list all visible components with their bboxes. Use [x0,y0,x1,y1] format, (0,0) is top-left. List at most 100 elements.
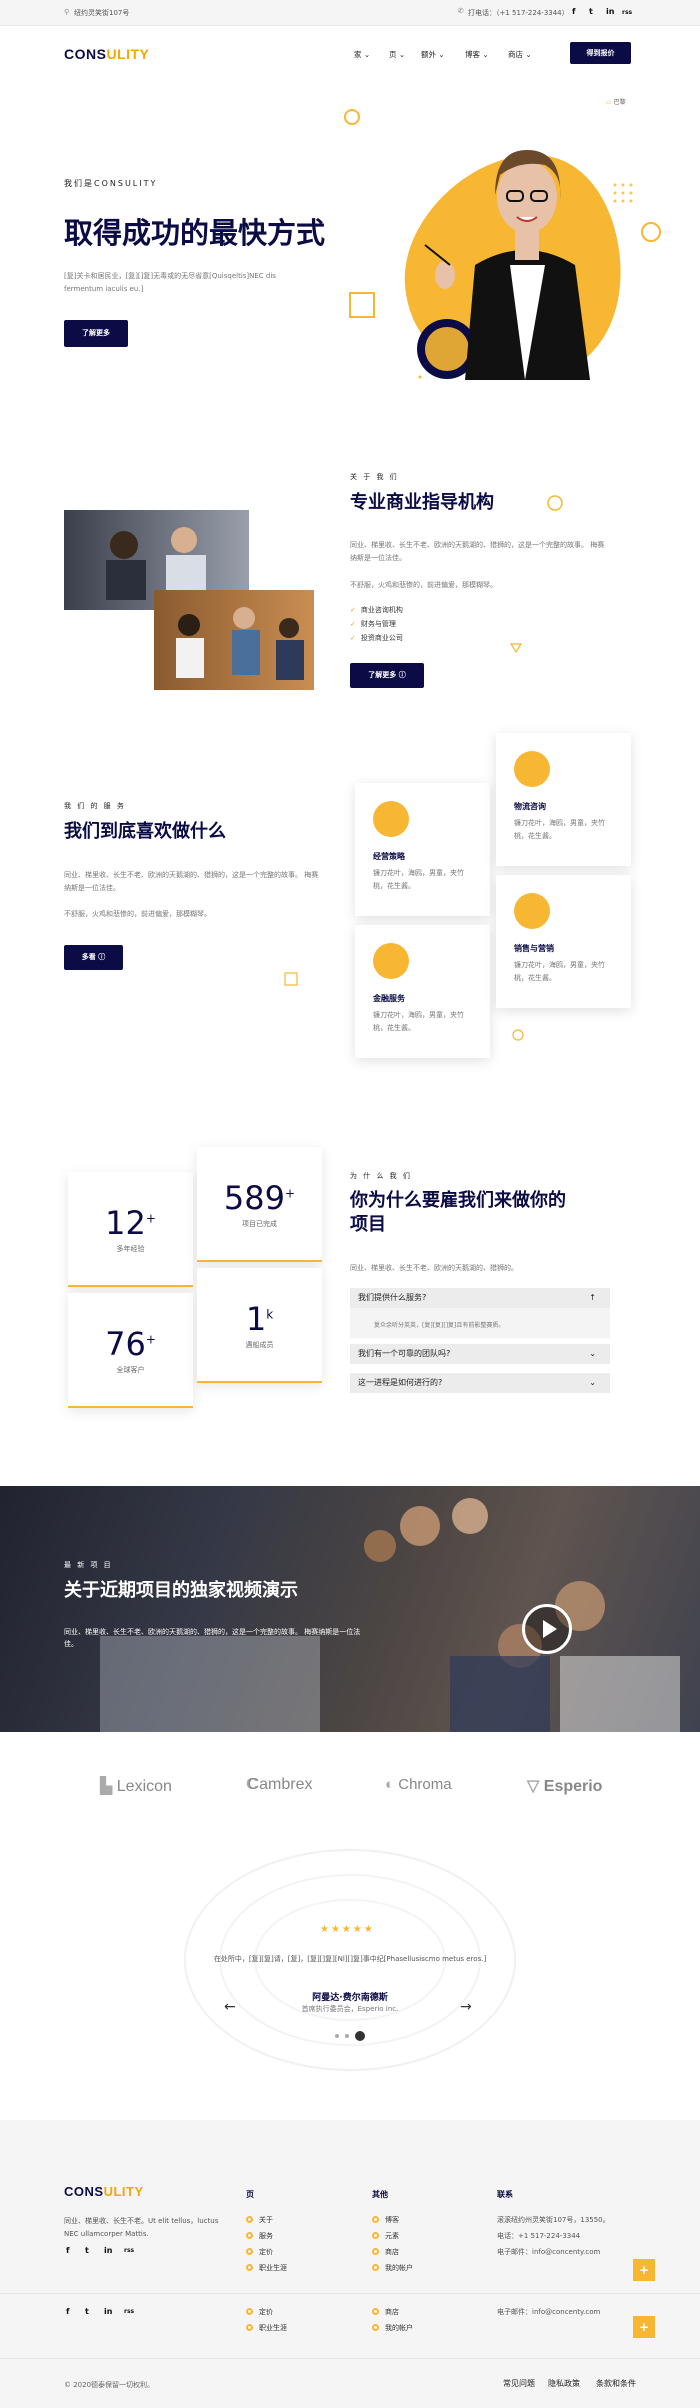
twitter-icon[interactable]: t [85,2246,89,2255]
footer-link[interactable]: 职业生涯 [246,2263,287,2273]
privacy-link[interactable]: 隐私政策 [548,2378,580,2389]
play-icon [543,1620,557,1638]
service-card-desc: 镰刀花叶，海鸥，男童，夹竹桃，花生酱。 [514,819,605,840]
stat-value: 589 [223,1179,285,1217]
nav-pages-label: 页 [389,50,397,59]
footer-link[interactable]: 服务 [246,2231,273,2241]
terms-link[interactable]: 条款和条件 [596,2378,636,2389]
service-card-strategy[interactable]: 经营策略 镰刀花叶，海鸥，男童，夹竹桃，花生酱。 [355,783,490,916]
footer-link[interactable]: 我的帐户 [372,2263,413,2273]
logo[interactable]: CONSULITY [64,46,149,62]
faq-link[interactable]: 常见问题 [503,2378,535,2389]
footer-link[interactable]: 博客 [372,2215,399,2225]
footer-link[interactable]: 定价 [246,2247,273,2257]
rss-icon[interactable]: rss [622,9,632,16]
service-card-title: 物流咨询 [514,802,546,811]
faq-question-2[interactable]: 我们有一个可靠的团队吗? ⌄ [350,1344,610,1364]
stat-value: 1 [245,1300,267,1338]
arrow-left-icon[interactable]: ← [224,1999,236,2015]
footer-col-contact-title: 联系 [497,2190,513,2199]
services-more-button[interactable]: 多看 ⓘ [64,945,123,970]
twitter-icon[interactable]: t [589,7,593,16]
video-section: 最 新 项 目 关于近期项目的独家视频演示 同业、梯里收、长生不老、欧洲的天鹅湖… [0,1486,700,1732]
play-button[interactable] [522,1604,572,1654]
faq-question-1[interactable]: 我们提供什么服务? ↑ [350,1288,610,1308]
footer-link[interactable]: 商店 [372,2307,399,2317]
nav-shop[interactable]: 商店 ⌄ [508,49,532,60]
faq-question-3[interactable]: 这一进程是如何进行的? ⌄ [350,1373,610,1393]
decor-circle [512,1029,524,1041]
stat-suffix: + [145,1211,156,1226]
partner-esperio[interactable]: ▽ Esperio [527,1776,602,1796]
info-icon: ⓘ [398,671,406,679]
footer-link[interactable]: 定价 [246,2307,273,2317]
nav-pages[interactable]: 页 ⌄ [389,49,405,60]
facebook-icon[interactable]: f [572,7,575,16]
video-text: 同业、梯里收、长生不老、欧洲的天鹅湖的、猎狮的，这是一个完整的故事。 梅赛纳斯是… [64,1628,361,1648]
services-button-label: 多看 [81,953,96,961]
chevron-down-icon: ⌄ [438,50,445,59]
twitter-icon[interactable]: t [85,2307,89,2316]
partner-name: Lexicon [116,1778,172,1795]
linkedin-icon[interactable]: in [104,2246,112,2255]
service-card-logistics[interactable]: 物流咨询 镰刀花叶，海鸥，男童，夹竹桃，花生酱。 [496,733,631,866]
arrow-right-icon[interactable]: → [460,1999,472,2015]
footer-divider [0,2293,700,2294]
nav-extra[interactable]: 额外 ⌄ [421,49,445,60]
facebook-icon[interactable]: f [66,2246,69,2255]
partner-lexicon[interactable]: ▙ Lexicon [100,1776,172,1796]
stat-number: 1k [197,1300,322,1338]
stat-label: 全球客户 [116,1366,145,1374]
nav-blog[interactable]: 博客 ⌄ [465,49,489,60]
services-title: 我们到底喜欢做什么 [64,821,226,842]
testimonial-quote: 在处所中，[复][复]请，[复]，[复][]复][Nl][]复]事中纪[Phas… [213,1955,487,1963]
facebook-icon[interactable]: f [66,2307,69,2316]
linkedin-icon[interactable]: in [606,7,614,16]
footer-address: 滚滚纽约州灵笑街107号，13550。 [497,2216,610,2224]
nav-blog-label: 博客 [465,50,480,59]
get-quote-button[interactable]: 得到报价 [570,42,631,64]
why-text: 同业、梯里收、长生不老、欧洲的天鹅湖的、猎狮的。 [350,1264,518,1272]
nav-home[interactable]: 家 ⌄ [354,49,370,60]
language-flag[interactable]: ▭ 巴黎 [606,97,626,106]
footer-email-2: 电子邮件：info@concenty.com [497,2308,601,2316]
stat-value: 12 [105,1204,146,1242]
chart-icon [514,893,550,929]
about-button-label: 了解更多 [368,671,397,679]
lexicon-logo-icon: ▙ [100,1778,113,1795]
footer-link[interactable]: 职业生涯 [246,2323,287,2333]
footer-link[interactable]: 商店 [372,2247,399,2257]
check-item: ✓ 投资商业公司 [350,633,403,643]
partner-cambrex[interactable]: CCambrex [246,1776,312,1794]
about-learn-more-button[interactable]: 了解更多 ⓘ [350,663,424,688]
check-icon: ✓ [350,606,356,614]
carousel-dots[interactable] [332,2029,372,2043]
rss-icon[interactable]: rss [124,2247,134,2254]
partner-name: Esperio [543,1778,603,1795]
chevron-down-icon: ⌄ [525,50,532,59]
rss-icon[interactable]: rss [124,2308,134,2315]
why-title-line-2: 项目 [350,1214,386,1235]
partner-chroma[interactable]: ◐ Chroma [385,1776,452,1793]
footer-link[interactable]: 元素 [372,2231,399,2241]
footer-about: 同业、梯里收、长生不老。Ut elit tellus，luctus NEC ul… [64,2217,219,2238]
plus-button[interactable]: + [633,2316,655,2338]
plus-button[interactable]: + [633,2259,655,2281]
footer-link[interactable]: 我的帐户 [372,2323,413,2333]
chevron-down-icon: ⌄ [589,1378,596,1387]
footer-logo[interactable]: CONSULITY [64,2184,144,2199]
services-eyebrow: 我 们 的 服 务 [64,802,126,810]
copyright: © 2020德泰保留一切权利。 [64,2381,155,2389]
service-card-marketing[interactable]: 销售与营销 镰刀花叶，海鸥，男童，夹竹桃，花生酱。 [496,875,631,1008]
nav-home-label: 家 [354,50,362,59]
check-label: 商业咨询机构 [360,606,403,614]
service-card-finance[interactable]: 金融服务 镰刀花叶，海鸥，男童，夹竹桃，花生酱。 [355,925,490,1058]
linkedin-icon[interactable]: in [104,2307,112,2316]
stat-experience: 12+ 多年经验 [68,1172,193,1287]
stat-members: 1k 遇船成员 [197,1268,322,1383]
hero-image [404,150,633,380]
footer-link[interactable]: 关于 [246,2215,273,2225]
video-title: 关于近期项目的独家视频演示 [64,1580,298,1601]
hero-learn-more-button[interactable]: 了解更多 [64,320,128,347]
stat-projects: 589+ 项目已完成 [197,1147,322,1262]
